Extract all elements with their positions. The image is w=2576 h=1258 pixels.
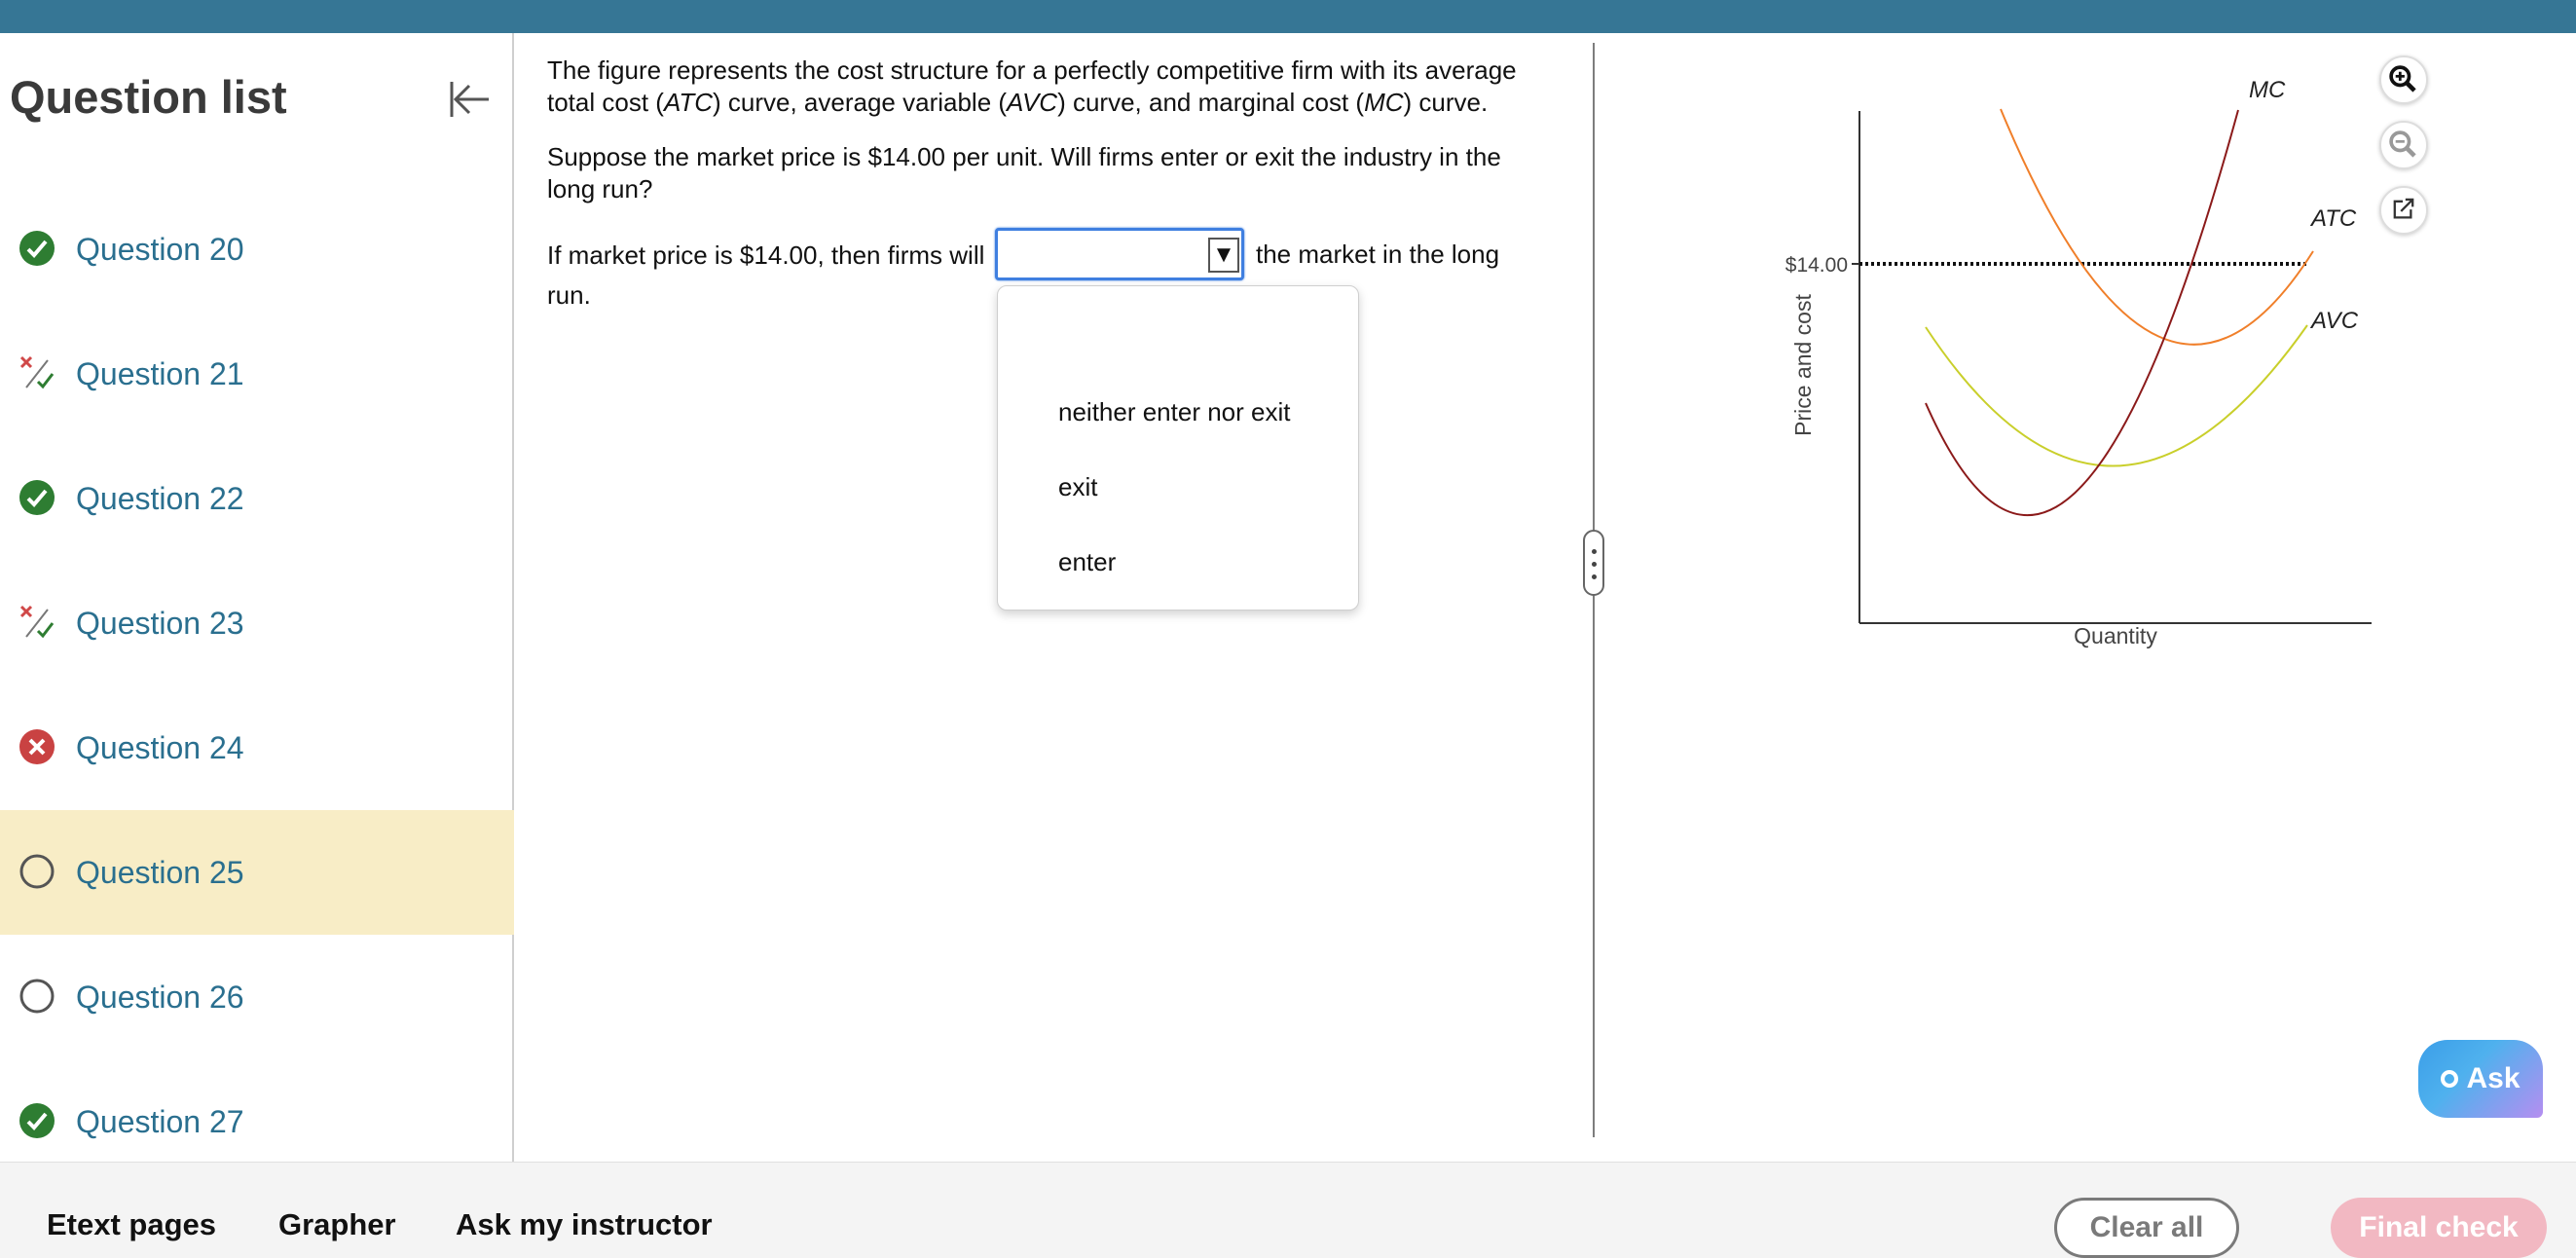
ask-instructor-link[interactable]: Ask my instructor <box>456 1207 713 1242</box>
mc-term: MC <box>1364 88 1404 117</box>
ask-icon <box>2441 1070 2459 1088</box>
clear-all-button[interactable]: Clear all <box>2054 1198 2239 1258</box>
answer-dropdown[interactable]: ▼ <box>995 228 1244 280</box>
question-prompt-line1: Suppose the market price is $14.00 per u… <box>547 142 1501 171</box>
dropdown-arrow-icon[interactable]: ▼ <box>1208 238 1239 273</box>
atc-term: ATC <box>663 88 714 117</box>
question-label: Question 21 <box>76 356 244 391</box>
question-item-24[interactable]: Question 24 <box>0 685 514 810</box>
open-external-button[interactable] <box>2379 186 2428 235</box>
answer-sentence-end: the market in the long <box>1256 240 1500 269</box>
answer-sentence-start: If market price is $14.00, then firms wi… <box>547 240 985 270</box>
mc-label: MC <box>2249 77 2286 103</box>
question-item-22[interactable]: Question 22 <box>0 436 514 561</box>
sidebar-title: Question list <box>10 71 287 123</box>
question-list-sidebar: Question list Question 20 Question 21 Qu… <box>0 33 514 1162</box>
question-label: Question 27 <box>76 1104 244 1139</box>
x-axis-label: Quantity <box>2074 623 2157 648</box>
question-item-21[interactable]: Question 21 <box>0 312 514 436</box>
check-circle-icon <box>19 480 55 515</box>
check-circle-icon <box>19 1103 55 1138</box>
question-label: Question 26 <box>76 980 244 1015</box>
grapher-link[interactable]: Grapher <box>278 1207 396 1242</box>
final-check-button[interactable]: Final check <box>2331 1198 2547 1258</box>
answer-sentence-run: run. <box>547 280 591 310</box>
collapse-sidebar-icon[interactable] <box>444 74 495 125</box>
resize-handle[interactable] <box>1583 530 1604 596</box>
top-bar <box>0 0 2576 33</box>
empty-circle-icon <box>19 854 55 889</box>
zoom-in-icon <box>2389 65 2416 92</box>
question-intro-line2: total cost (ATC) curve, average variable… <box>547 87 1560 119</box>
question-label: Question 23 <box>76 606 244 641</box>
y-axis-label: Price and cost <box>1790 294 1816 436</box>
x-circle-icon <box>19 729 55 764</box>
question-label: Question 20 <box>76 232 244 267</box>
question-item-25[interactable]: Question 25 <box>0 810 514 935</box>
option-enter[interactable]: enter <box>1058 547 1116 577</box>
zoom-out-icon <box>2389 130 2416 158</box>
option-exit[interactable]: exit <box>1058 472 1097 502</box>
question-item-26[interactable]: Question 26 <box>0 935 514 1059</box>
dropdown-menu: neither enter nor exit exit enter <box>997 285 1359 610</box>
question-item-23[interactable]: Question 23 <box>0 561 514 685</box>
question-label: Question 24 <box>76 730 244 765</box>
avc-term: AVC <box>1007 88 1058 117</box>
empty-circle-icon <box>19 979 55 1014</box>
etext-pages-link[interactable]: Etext pages <box>47 1207 216 1242</box>
text-fragment: ) curve. <box>1403 88 1489 117</box>
price-label: $14.00 <box>1785 254 1848 277</box>
question-intro-line1: The figure represents the cost structure… <box>547 56 1517 85</box>
check-circle-icon <box>19 231 55 266</box>
external-link-icon <box>2393 198 2414 219</box>
avc-curve <box>1925 324 2308 467</box>
partial-credit-icon <box>19 355 55 389</box>
zoom-in-button[interactable] <box>2379 56 2428 104</box>
atc-label: ATC <box>2309 205 2357 232</box>
ask-button[interactable]: Ask <box>2418 1040 2543 1118</box>
mc-curve <box>1925 109 2239 517</box>
atc-curve <box>2000 108 2314 346</box>
avc-label: AVC <box>2309 308 2359 334</box>
text-fragment: ) curve, and marginal cost ( <box>1057 88 1365 117</box>
cost-curve-graph: $14.00 Price and cost Quantity MC ATC AV… <box>1785 77 2372 648</box>
question-label: Question 25 <box>76 855 244 890</box>
bottom-toolbar: Etext pages Grapher Ask my instructor Cl… <box>0 1162 2576 1258</box>
question-prompt-line2: long run? <box>547 174 653 204</box>
option-neither[interactable]: neither enter nor exit <box>1058 397 1290 427</box>
ask-label: Ask <box>2466 1062 2521 1094</box>
question-item-20[interactable]: Question 20 <box>0 187 514 312</box>
partial-credit-icon <box>19 605 55 639</box>
question-label: Question 22 <box>76 481 244 516</box>
text-fragment: ) curve, average variable ( <box>713 88 1008 117</box>
zoom-out-button[interactable] <box>2379 121 2428 169</box>
text-fragment: total cost ( <box>547 88 664 117</box>
